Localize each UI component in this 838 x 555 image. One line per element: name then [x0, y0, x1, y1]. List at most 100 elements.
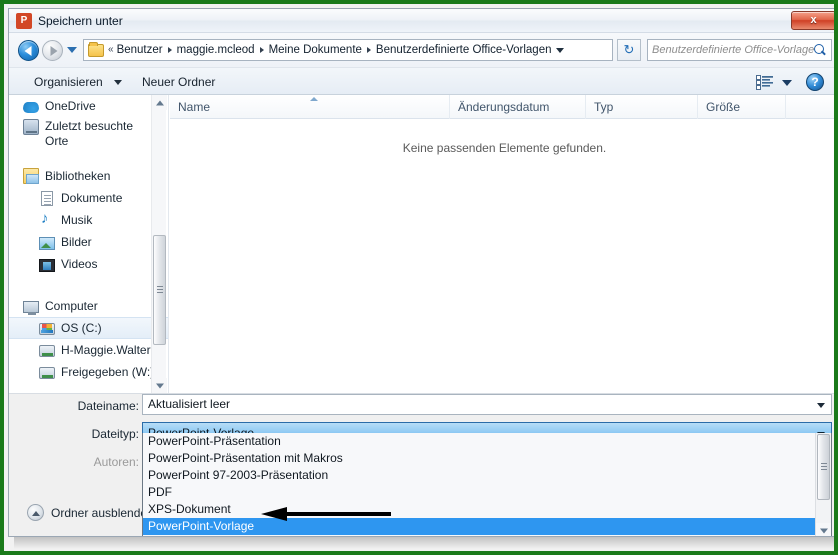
computer-icon — [23, 301, 39, 315]
dropdown-option-selected[interactable]: PowerPoint-Vorlage — [143, 518, 831, 535]
onedrive-icon — [23, 102, 39, 113]
new-folder-button[interactable]: Neuer Ordner — [137, 73, 220, 91]
libraries-icon — [23, 168, 39, 184]
filename-label: Dateiname: — [77, 399, 139, 413]
dropdown-option[interactable]: PowerPoint-Präsentation mit Makros — [143, 450, 831, 467]
search-box[interactable]: Benutzerdefinierte Office-Vorlage — [647, 39, 832, 61]
back-button[interactable] — [18, 40, 39, 61]
file-list-pane: Name Änderungsdatum Typ Größe Keine pass… — [170, 95, 834, 393]
breadcrumb-segment-3[interactable]: Benutzerdefinierte Office-Vorlagen — [374, 40, 554, 60]
sidebar-item-label: Dokumente — [61, 190, 123, 205]
forward-arrow-icon — [50, 45, 57, 56]
dropdown-scrollbar[interactable] — [815, 433, 831, 536]
dropdown-option[interactable]: PDF — [143, 484, 831, 501]
address-bar-row: « Benutzer maggie.mcleod Meine Dokumente… — [9, 33, 834, 67]
column-header-type[interactable]: Typ — [586, 95, 698, 119]
dropdown-option[interactable]: XPS-Dokument — [143, 501, 831, 518]
powerpoint-icon: P — [16, 13, 32, 29]
sidebar-item-label: OneDrive — [45, 98, 96, 113]
annotation-arrow-icon — [261, 507, 391, 521]
sidebar-item-videos[interactable]: Videos — [9, 253, 168, 275]
organize-button[interactable]: Organisieren — [29, 73, 108, 91]
recent-locations-chevron-down-icon[interactable] — [67, 47, 77, 53]
sidebar-item-label: Bilder — [61, 234, 92, 249]
scrollbar-thumb[interactable] — [817, 434, 830, 500]
sidebar-item-label: H-Maggie.Walter — [61, 342, 151, 357]
network-drive-icon — [39, 345, 55, 357]
sidebar-item-freigegeben-w[interactable]: Freigegeben (W:) — [9, 361, 168, 383]
sidebar-item-recent-places[interactable]: Zuletzt besuchte Orte — [9, 117, 168, 155]
sidebar-item-h-maggie-walter[interactable]: H-Maggie.Walter — [9, 339, 168, 361]
command-bar: Organisieren Neuer Ordner ? — [9, 67, 834, 95]
search-input[interactable]: Benutzerdefinierte Office-Vorlage — [652, 44, 814, 56]
sidebar-item-label: OS (C:) — [61, 320, 102, 335]
sidebar-item-computer[interactable]: Computer — [9, 295, 168, 317]
column-header-modified[interactable]: Änderungsdatum — [450, 95, 586, 119]
breadcrumb-overflow[interactable]: « — [107, 40, 115, 60]
save-as-dialog: P Speichern unter x « Benutzer maggie.mc… — [8, 8, 834, 537]
sidebar-item-dokumente[interactable]: Dokumente — [9, 187, 168, 209]
videos-icon — [39, 258, 55, 272]
scroll-down-arrow-icon[interactable] — [816, 523, 831, 536]
column-header-size[interactable]: Größe — [698, 95, 786, 119]
scroll-up-arrow-icon[interactable] — [152, 95, 167, 110]
content-area: OneDrive Zuletzt besuchte Orte Bibliothe… — [9, 95, 834, 393]
filetype-label: Dateityp: — [91, 427, 139, 441]
sidebar-item-bilder[interactable]: Bilder — [9, 231, 168, 253]
filename-input[interactable]: Aktualisiert leer — [142, 394, 832, 415]
column-header-extra[interactable] — [786, 95, 834, 119]
sort-ascending-icon — [310, 97, 318, 101]
chevron-up-circle-icon — [27, 504, 44, 521]
documents-icon — [41, 190, 53, 206]
chevron-down-icon[interactable] — [817, 403, 825, 408]
chevron-down-icon[interactable] — [114, 80, 122, 85]
forward-button[interactable] — [42, 40, 63, 61]
column-header-row: Name Änderungsdatum Typ Größe — [170, 95, 834, 119]
sidebar-item-label: Musik — [61, 212, 93, 227]
filename-value: Aktualisiert leer — [148, 397, 231, 411]
sidebar-item-label: Zuletzt besuchte Orte — [45, 119, 134, 148]
breadcrumb-address-bar[interactable]: « Benutzer maggie.mcleod Meine Dokumente… — [83, 39, 613, 61]
help-icon[interactable]: ? — [806, 73, 824, 91]
sidebar-item-label: Videos — [61, 256, 98, 271]
breadcrumb-chevron-down-icon[interactable] — [555, 47, 564, 53]
back-arrow-icon — [24, 45, 31, 56]
music-icon — [39, 210, 55, 227]
sidebar-item-musik[interactable]: Musik — [9, 209, 168, 231]
hide-folders-label: Ordner ausblenden — [51, 505, 154, 520]
refresh-button[interactable]: ↻ — [617, 39, 641, 61]
dropdown-option[interactable]: PowerPoint 97-2003-Präsentation — [143, 467, 831, 484]
hide-folders-button[interactable]: Ordner ausblenden — [27, 504, 154, 521]
breadcrumb-segment-0[interactable]: Benutzer — [115, 40, 165, 60]
sidebar-item-os-c[interactable]: OS (C:) — [9, 317, 168, 339]
sidebar-item-onedrive[interactable]: OneDrive — [9, 95, 168, 117]
sidebar-item-label: Computer — [45, 298, 98, 313]
navigation-pane: OneDrive Zuletzt besuchte Orte Bibliothe… — [9, 95, 169, 393]
network-drive-icon — [39, 367, 55, 379]
empty-folder-message: Keine passenden Elemente gefunden. — [402, 141, 607, 155]
chevron-right-icon — [366, 47, 371, 53]
filetype-dropdown-list[interactable]: PowerPoint-Präsentation PowerPoint-Präse… — [142, 433, 832, 536]
view-chevron-down-icon[interactable] — [782, 80, 792, 86]
sidebar-item-label: Bibliotheken — [45, 168, 111, 183]
close-button[interactable]: x — [791, 11, 834, 30]
title-bar: P Speichern unter x — [9, 9, 834, 33]
annotated-screenshot-frame: P Speichern unter x « Benutzer maggie.mc… — [0, 0, 838, 555]
authors-label: Autoren: — [93, 455, 139, 469]
scroll-down-arrow-icon[interactable] — [152, 378, 167, 393]
folder-icon — [88, 41, 104, 57]
sidebar-item-label: Freigegeben (W:) — [61, 364, 155, 379]
list-view-icon[interactable] — [756, 75, 773, 90]
scrollbar-thumb[interactable] — [153, 235, 166, 345]
dropdown-option[interactable]: PowerPoint-Präsentation — [143, 433, 831, 450]
breadcrumb-segment-1[interactable]: maggie.mcleod — [175, 40, 257, 60]
navigation-pane-scrollbar[interactable] — [151, 95, 167, 393]
dialog-shadow — [14, 537, 834, 549]
breadcrumb-segment-2[interactable]: Meine Dokumente — [267, 40, 364, 60]
sidebar-item-libraries[interactable]: Bibliotheken — [9, 165, 168, 187]
recent-places-icon — [23, 119, 39, 135]
search-icon — [814, 43, 827, 57]
